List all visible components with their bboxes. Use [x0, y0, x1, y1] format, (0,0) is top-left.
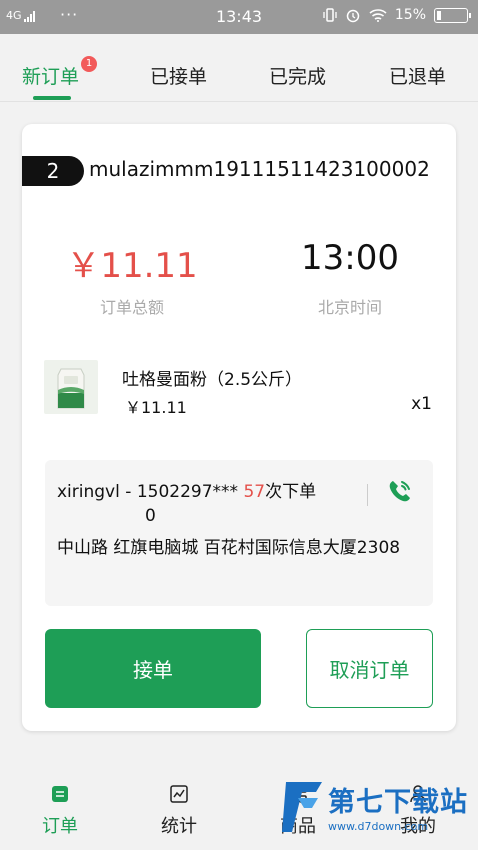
battery-level — [437, 10, 441, 20]
order-sequence-number: 2 — [22, 156, 84, 186]
customer-name: xiringvl — [57, 482, 120, 502]
order-icon — [52, 786, 68, 802]
customer-info: xiringvl - 1502297*** 57次下单 0 中山路 红旗电脑城 … — [45, 460, 433, 606]
tab-accepted[interactable]: 已接单 — [150, 62, 207, 89]
stats-icon — [170, 785, 188, 803]
product-price: ￥11.11 — [125, 398, 187, 417]
battery-icon — [434, 7, 471, 23]
alarm-icon — [346, 9, 360, 23]
cancel-order-button[interactable]: 取消订单 — [306, 629, 433, 708]
watermark-url: www.d7down.com — [328, 820, 429, 833]
nav-item-stats[interactable]: 统计 — [139, 784, 219, 838]
customer-phone: 1502297*** — [136, 482, 239, 502]
new-order-badge: 1 — [81, 56, 97, 72]
order-amount-label: 订单总额 — [99, 298, 164, 317]
customer-line: xiringvl - 1502297*** 57次下单 0 — [57, 480, 357, 528]
order-id: mulazimmm19111511423100002 — [89, 157, 430, 181]
order-tabs: 新订单 1 已接单 已完成 已退单 — [0, 34, 478, 102]
customer-dash: - — [125, 482, 132, 502]
product-name: 吐格曼面粉（2.5公斤） — [122, 370, 303, 390]
site-watermark: 第七下载站 www.d7down.com — [280, 776, 478, 850]
status-right: 15% — [323, 7, 471, 23]
tab-completed[interactable]: 已完成 — [269, 62, 326, 89]
watermark-logo — [282, 782, 322, 832]
beijing-time-label: 北京时间 — [317, 298, 382, 317]
call-separator — [367, 484, 368, 506]
watermark-text: 第七下载站 — [328, 787, 468, 818]
product-quantity: x1 — [411, 394, 432, 414]
tab-new-orders[interactable]: 新订单 — [22, 62, 79, 89]
order-card: 2 mulazimmm19111511423100002 ￥11.11 订单总额… — [22, 124, 456, 731]
nav-item-orders[interactable]: 订单 — [20, 784, 100, 838]
customer-order-suffix: 次下单 — [265, 482, 317, 502]
customer-extra: 0 — [145, 506, 156, 526]
accept-order-button[interactable]: 接单 — [45, 629, 261, 708]
phone-call-icon[interactable] — [385, 476, 415, 506]
active-tab-indicator — [33, 96, 71, 100]
product-image — [44, 360, 98, 414]
status-bar: 4G ··· 13:43 15% — [0, 0, 478, 34]
wifi-icon — [369, 9, 387, 22]
nav-label-stats: 统计 — [161, 816, 197, 837]
battery-percent: 15% — [394, 7, 426, 23]
tab-refunded[interactable]: 已退单 — [389, 62, 446, 89]
beijing-time: 13:00 — [301, 238, 399, 278]
customer-address: 中山路 红旗电脑城 百花村国际信息大厦2308 — [57, 538, 401, 558]
vibrate-icon — [323, 8, 337, 22]
customer-order-count: 57 — [243, 482, 266, 502]
nav-label-orders: 订单 — [42, 816, 78, 837]
order-amount: ￥11.11 — [66, 246, 198, 286]
